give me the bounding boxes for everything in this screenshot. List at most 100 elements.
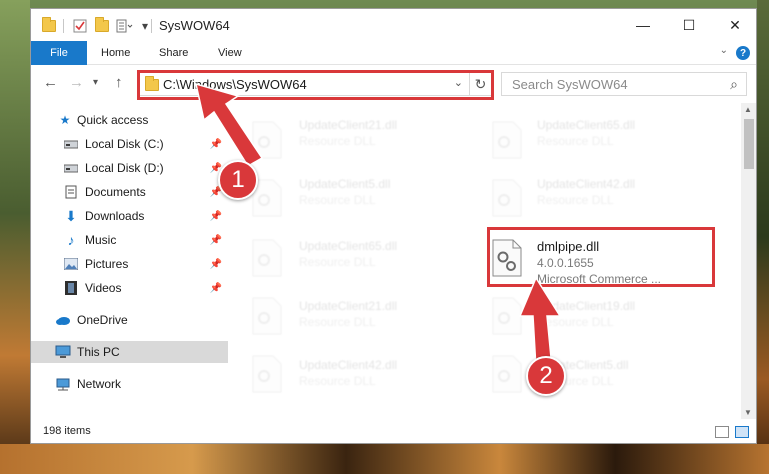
sidebar-item-documents[interactable]: Documents 📌 <box>31 181 228 203</box>
file-type: Resource DLL <box>299 374 376 388</box>
forward-arrow-icon[interactable]: → <box>69 74 84 91</box>
pin-icon[interactable]: 📌 <box>210 211 222 222</box>
file-type: Resource DLL <box>299 255 376 269</box>
scroll-down-icon[interactable]: ▼ <box>744 408 752 417</box>
dmlpipe-highlight <box>487 227 715 287</box>
item-count: 198 items <box>43 425 91 437</box>
properties-icon[interactable] <box>71 17 89 35</box>
sidebar-item-this-pc[interactable]: This PC <box>31 341 228 363</box>
sidebar-item-label: Videos <box>85 281 122 295</box>
sidebar-item-local-disk-c[interactable]: Local Disk (C:) 📌 <box>31 133 228 155</box>
sidebar-item-label: Pictures <box>85 257 129 271</box>
desktop-wallpaper-right <box>757 0 769 474</box>
customize-quick-access-icon[interactable] <box>115 17 135 35</box>
dll-file-icon <box>492 179 522 217</box>
dll-file-icon <box>252 239 282 277</box>
star-icon: ★ <box>59 113 71 127</box>
sidebar-item-music[interactable]: ♪ Music 📌 <box>31 229 228 251</box>
search-icon[interactable]: ⌕ <box>730 76 738 93</box>
file-name: UpdateClient42.dll <box>537 177 636 191</box>
sidebar-item-label: This PC <box>77 345 120 359</box>
file-name: UpdateClient5.dll <box>299 177 391 191</box>
sidebar-item-network[interactable]: Network <box>31 373 228 395</box>
pin-icon[interactable]: 📌 <box>210 259 222 270</box>
details-view-icon[interactable] <box>715 426 729 438</box>
file-name: UpdateClient19.dll <box>537 299 636 313</box>
search-placeholder: Search SysWOW64 <box>512 77 628 92</box>
large-icons-view-icon[interactable] <box>735 426 749 438</box>
step-badge-2: 2 <box>526 356 566 396</box>
file-name: UpdateClient65.dll <box>299 239 398 253</box>
folder-icon <box>41 17 57 35</box>
file-type: Resource DLL <box>537 134 614 148</box>
network-icon <box>55 377 71 391</box>
documents-icon <box>63 185 79 199</box>
toolbar-divider <box>151 19 152 33</box>
expand-ribbon-icon[interactable]: ⌄ <box>720 45 728 56</box>
dll-file-icon <box>492 355 522 393</box>
file-type: Resource DLL <box>537 315 614 329</box>
file-name: UpdateClient21.dll <box>299 118 398 132</box>
minimize-button[interactable]: — <box>620 9 666 41</box>
close-button[interactable]: ✕ <box>712 9 756 41</box>
tab-home[interactable]: Home <box>101 41 130 65</box>
sidebar-item-label: Downloads <box>85 209 145 223</box>
new-folder-icon[interactable] <box>93 17 111 35</box>
sidebar-item-downloads[interactable]: ⬇ Downloads 📌 <box>31 205 228 227</box>
sidebar-item-local-disk-d[interactable]: Local Disk (D:) 📌 <box>31 157 228 179</box>
sidebar-item-label: Local Disk (D:) <box>85 161 164 175</box>
sidebar-item-label: Local Disk (C:) <box>85 137 164 151</box>
sidebar-item-label: Music <box>85 233 117 247</box>
cloud-icon <box>55 313 71 327</box>
window-title: SysWOW64 <box>159 18 230 33</box>
dll-file-icon <box>252 297 282 335</box>
tab-view[interactable]: View <box>218 41 242 65</box>
sidebar-item-onedrive[interactable]: OneDrive <box>31 309 228 331</box>
toolbar-divider <box>63 19 64 33</box>
file-name: UpdateClient42.dll <box>299 358 398 372</box>
sidebar-item-videos[interactable]: Videos 📌 <box>31 277 228 299</box>
sidebar-item-label: Network <box>77 377 122 391</box>
title-bar: ▾ SysWOW64 — ☐ ✕ <box>31 9 756 41</box>
pin-icon[interactable]: 📌 <box>210 235 222 246</box>
help-icon[interactable]: ? <box>736 46 750 60</box>
file-type: Resource DLL <box>299 134 376 148</box>
dropdown-arrow-icon[interactable]: ▾ <box>139 17 151 35</box>
sidebar-item-pictures[interactable]: Pictures 📌 <box>31 253 228 275</box>
tab-file[interactable]: File <box>31 41 87 65</box>
sidebar-item-label: Quick access <box>77 113 149 127</box>
file-name: UpdateClient65.dll <box>537 118 636 132</box>
navigation-pane: ★ Quick access Local Disk (C:) 📌 Local D… <box>31 103 228 419</box>
sidebar-item-label: Documents <box>85 185 146 199</box>
sidebar-item-quick-access[interactable]: ★ Quick access <box>31 109 228 131</box>
drive-icon <box>63 137 79 151</box>
dll-file-icon <box>252 121 282 159</box>
file-type: Resource DLL <box>537 193 614 207</box>
step-badge-1: 1 <box>218 160 258 200</box>
vertical-scrollbar[interactable]: ▲ ▼ <box>741 103 756 419</box>
music-icon: ♪ <box>67 232 75 248</box>
maximize-button[interactable]: ☐ <box>666 9 712 41</box>
pin-icon[interactable]: 📌 <box>210 283 222 294</box>
recent-locations-icon[interactable]: ▾ <box>93 77 98 88</box>
scroll-up-icon[interactable]: ▲ <box>744 105 752 114</box>
desktop-wallpaper-left <box>0 0 30 474</box>
file-type: Resource DLL <box>299 315 376 329</box>
pin-icon[interactable]: 📌 <box>210 139 222 150</box>
up-arrow-icon[interactable]: ↑ <box>115 74 123 91</box>
drive-icon <box>63 161 79 175</box>
back-arrow-icon[interactable]: ← <box>43 74 58 91</box>
computer-icon <box>55 345 71 359</box>
search-input[interactable]: Search SysWOW64 ⌕ <box>501 72 747 96</box>
download-icon: ⬇ <box>65 207 77 224</box>
dll-file-icon <box>492 121 522 159</box>
scrollbar-thumb[interactable] <box>744 119 754 169</box>
file-type: Resource DLL <box>299 193 376 207</box>
ribbon-tabs: File Home Share View ⌄ ? <box>31 41 756 65</box>
tab-share[interactable]: Share <box>159 41 188 65</box>
desktop-wallpaper-bottom <box>0 444 769 474</box>
dll-file-icon <box>492 297 522 335</box>
videos-icon <box>63 281 79 295</box>
address-bar-highlight <box>137 70 494 100</box>
dll-file-icon <box>252 355 282 393</box>
